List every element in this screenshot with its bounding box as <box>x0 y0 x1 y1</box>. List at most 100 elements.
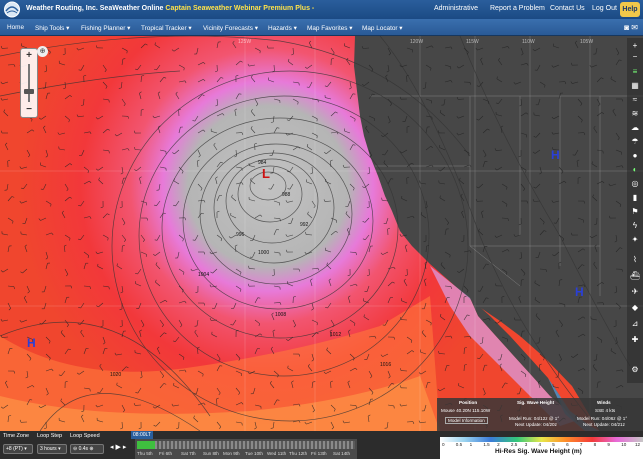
contact-us-link[interactable]: Contact Us <box>550 5 585 12</box>
position-header: Position <box>459 400 478 405</box>
mail-icon[interactable]: ✉ <box>631 23 638 32</box>
tools-icon[interactable]: ✚ <box>629 334 641 345</box>
legend-tick-label: 8 <box>593 442 597 447</box>
nav-fishing-planner[interactable]: Fishing Planner ▾ <box>81 24 130 32</box>
ship-icon[interactable]: ⛴ <box>629 270 641 281</box>
mouse-position: Mouse 40.20N 115.10W <box>441 408 491 413</box>
nav-tropical-tracker[interactable]: Tropical Tracker ▾ <box>141 24 192 32</box>
nav-home[interactable]: Home <box>7 24 24 31</box>
timeline-track <box>155 441 355 449</box>
nav-ship-tools[interactable]: Ship Tools ▾ <box>35 24 69 32</box>
pan-control-icon[interactable]: ⊕ <box>37 46 48 57</box>
legend-tick-label: 6 <box>566 442 569 447</box>
loop-speed-label: Loop Speed <box>70 433 100 439</box>
play-icon[interactable]: ▶ <box>115 444 120 451</box>
brand-name: Weather Routing, Inc. SeaWeather Online <box>26 5 164 12</box>
nav-map-locator[interactable]: Map Locator ▾ <box>362 24 403 32</box>
camera-icon[interactable]: ◙ <box>624 23 629 32</box>
app-window: Weather Routing, Inc. SeaWeather Online … <box>0 0 643 459</box>
step-back-icon[interactable]: ◂ <box>110 444 114 451</box>
nav-tropical-tracker-label: Tropical Tracker <box>141 25 187 32</box>
legend-tick-label: 3 <box>524 442 528 447</box>
isobar-label: 1020 <box>110 372 121 378</box>
weather-map[interactable]: 984 988 992 996 1000 1004 1008 1012 1016… <box>0 36 643 431</box>
lon-label: 115W <box>466 39 479 45</box>
thermometer-icon[interactable]: ▮ <box>629 192 641 203</box>
step-forward-icon[interactable]: ▸ <box>123 444 127 451</box>
lon-label: 105W <box>580 39 593 45</box>
top-header: Weather Routing, Inc. SeaWeather Online … <box>0 0 643 19</box>
report-problem-link[interactable]: Report a Problem <box>490 5 545 12</box>
model-information-button[interactable]: Model Information <box>445 417 488 424</box>
bottom-bar: Time Zone +8 (PT) ▾ Loop Step 3 hours ▾ … <box>0 431 643 459</box>
cloud-icon[interactable]: ☁ <box>629 122 641 133</box>
legend-tick-label: 10 <box>621 442 627 447</box>
current-time-marker: 08:00LT <box>131 431 153 439</box>
settings-icon[interactable]: ⚙ <box>629 364 641 375</box>
nav-hazards-label: Hazards <box>268 25 292 32</box>
legend-tick-label: 4 <box>538 442 542 447</box>
zoom-slider-handle[interactable] <box>24 89 34 94</box>
nav-map-favorites[interactable]: Map Favorites ▾ <box>307 24 352 32</box>
nav-fishing-planner-label: Fishing Planner <box>81 25 126 32</box>
legend-tick-label: 1.5 <box>483 442 490 447</box>
zoom-out-icon[interactable]: − <box>629 51 641 62</box>
help-button[interactable]: Help <box>620 2 640 17</box>
satellite-icon[interactable]: ✦ <box>629 234 641 245</box>
isobar-label: 996 <box>236 232 245 238</box>
wind-icon[interactable]: ⚑ <box>629 206 641 217</box>
brand-subscription: Captain Seaweather Webinar Premium Plus … <box>165 5 315 12</box>
legend-tick-label: 12 <box>635 442 641 447</box>
log-out-link[interactable]: Log Out <box>592 5 617 12</box>
loop-step-value: 3 hours <box>40 446 57 452</box>
wave-model-run: Model Run: 04/12z @ 1° <box>509 416 560 421</box>
timeline-day: Wed 11th <box>267 451 287 456</box>
right-toolbar: + − ≡ ▦ ≈ ≋ ☁ ☂ ● ◐ ◎ ▮ ⚑ ϟ ✦ ⌇ ⛴ ✈ ◆ ⊿ … <box>627 38 643 383</box>
lightning-icon[interactable]: ϟ <box>629 220 641 231</box>
marker-icon[interactable]: ◆ <box>629 302 641 313</box>
loop-step-select[interactable]: 3 hours ▾ <box>37 444 67 454</box>
winds-value: SSE 4 kts <box>595 408 616 413</box>
isobar-label: 1004 <box>198 272 209 278</box>
company-logo[interactable] <box>3 1 21 18</box>
zoom-in-icon[interactable]: + <box>629 40 641 51</box>
wave-next-update: Next Update: 04/20z <box>515 422 557 427</box>
grid-icon[interactable]: ▦ <box>629 80 641 91</box>
plane-icon[interactable]: ✈ <box>629 286 641 297</box>
map-canvas: 984 988 992 996 1000 1004 1008 1012 1016… <box>0 36 643 431</box>
zoom-out-button[interactable]: − <box>21 104 37 116</box>
pressure-icon[interactable]: ◎ <box>629 178 641 189</box>
zoom-control: + − <box>20 48 38 118</box>
temperature-icon[interactable]: ◐ <box>629 164 641 175</box>
ruler-icon[interactable]: ⊿ <box>629 318 641 329</box>
timezone-select[interactable]: +8 (PT) ▾ <box>3 444 33 454</box>
nav-vicinity-forecasts[interactable]: Vicinity Forecasts ▾ <box>203 24 258 32</box>
legend-tick-label: 2.5 <box>510 442 518 447</box>
isobar-label: 988 <box>282 192 291 198</box>
legend-tick-label: 1 <box>469 442 473 447</box>
current-icon[interactable]: ≋ <box>629 108 641 119</box>
loop-speed-control[interactable]: ⊖ 0.4s ⊕ <box>70 444 104 454</box>
drop-icon[interactable]: ● <box>629 150 641 161</box>
isobar-label: 992 <box>300 222 309 228</box>
isobar-label: 1012 <box>330 332 341 338</box>
high-pressure-marker: H <box>27 336 36 350</box>
zoom-in-button[interactable]: + <box>21 50 37 62</box>
timeline-progress <box>137 441 155 449</box>
time-slider[interactable]: Thu 5th Fri 6th Sat 7th Sun 8th Mon 9th … <box>135 439 357 459</box>
timeline-day: Tue 10th <box>245 451 263 456</box>
isobar-label: 1000 <box>258 250 269 256</box>
administrative-link[interactable]: Administrative <box>434 5 478 12</box>
timeline-day: Fri 6th <box>159 451 173 456</box>
wave-icon[interactable]: ≈ <box>629 94 641 105</box>
precip-icon[interactable]: ☂ <box>629 136 641 147</box>
nav-vicinity-forecasts-label: Vicinity Forecasts <box>203 25 253 32</box>
layers-icon[interactable]: ≡ <box>629 66 641 77</box>
nav-hazards[interactable]: Hazards ▾ <box>268 24 297 32</box>
wave-height-legend: 0 0.5 1 1.5 2 2.5 3 4 5 6 7 8 9 10 12 Hi-Res Sig. Wave… <box>440 437 643 459</box>
route-icon[interactable]: ⌇ <box>629 254 641 265</box>
winds-model-run: Model Run: 04/06z @ 1° <box>577 416 628 421</box>
isobar-label: 1008 <box>275 312 286 318</box>
zoom-slider-track[interactable] <box>28 64 30 102</box>
timeline-day: Fri 13th <box>311 451 327 456</box>
